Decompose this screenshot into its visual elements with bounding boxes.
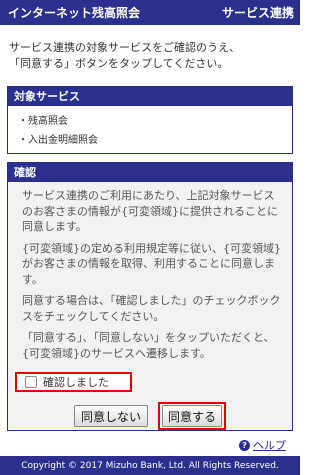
copyright-text: Copyright © 2017 Mizuho Bank, Ltd. All R… [21, 460, 279, 471]
services-panel-heading: 対象サービス [8, 87, 292, 106]
confirm-checkbox-label: 確認しました [43, 376, 109, 389]
confirm-paragraph-2: {可変領域}の定める利用規定等に従い、{可変領域}がお客さまの情報を取得、利用す… [22, 241, 281, 286]
help-link[interactable]: ? ヘルプ [239, 437, 286, 453]
service-item-balance: ・残高照会 [18, 116, 68, 127]
confirm-paragraph-4: 「同意する」、「同意しない」をタップいただくと、{可変領域}のサービスへ遷移しま… [22, 331, 275, 360]
help-label[interactable]: ヘルプ [253, 437, 286, 453]
services-panel: 対象サービス ・残高照会 ・入出金明細照会 [7, 86, 293, 154]
header-title: インターネット残高照会 [8, 6, 141, 20]
confirm-paragraph-1: サービス連携のご利用にあたり、上記対象サービスのお客さまの情報が{可変領域}に提… [22, 189, 278, 233]
disagree-button[interactable]: 同意しない [74, 405, 148, 427]
intro-line-2: 「同意する」ボタンをタップしてください。 [9, 57, 229, 70]
header-right-label: サービス連携 [221, 6, 294, 20]
confirm-checkbox[interactable] [25, 376, 37, 388]
service-item-transactions: ・入出金明細照会 [18, 135, 98, 146]
confirm-checkbox-row[interactable]: 確認しました [15, 372, 132, 392]
services-list: ・残高照会 ・入出金明細照会 [8, 106, 292, 150]
confirm-paragraph-3: 同意する場合は、「確認しました」のチェックボックスをチェックしてください。 [22, 294, 281, 323]
confirm-body: サービス連携のご利用にあたり、上記対象サービスのお客さまの情報が{可変領域}に提… [8, 182, 292, 361]
help-icon: ? [239, 439, 250, 451]
footer: Copyright © 2017 Mizuho Bank, Ltd. All R… [0, 456, 300, 475]
confirm-panel-heading: 確認 [8, 163, 292, 182]
agree-button[interactable]: 同意する [162, 405, 222, 427]
app-header: インターネット残高照会 サービス連携 [0, 0, 300, 25]
intro-line-1: サービス連携の対象サービスをご確認のうえ、 [9, 41, 240, 54]
intro-text: サービス連携の対象サービスをご確認のうえ、 「同意する」ボタンをタップしてくださ… [9, 40, 293, 72]
